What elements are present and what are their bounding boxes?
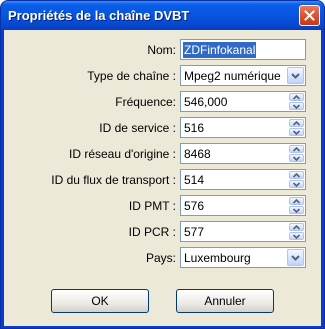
- pays-value: Luxembourg: [184, 251, 251, 265]
- row-service-id: ID de service : 516: [4, 117, 321, 139]
- spin-down-button[interactable]: [289, 128, 304, 136]
- spin-up-button[interactable]: [289, 93, 304, 101]
- pays-dropdown-button[interactable]: [287, 249, 304, 266]
- pcr-id-input[interactable]: 577: [180, 221, 306, 242]
- row-pcr-id: ID PCR : 577: [4, 221, 321, 243]
- row-type: Type de chaîne : Mpeg2 numérique: [4, 65, 321, 87]
- type-dropdown-button[interactable]: [287, 67, 304, 84]
- label-network-id: ID réseau d'origine :: [68, 147, 176, 161]
- title-bar[interactable]: Propriétés de la chaîne DVBT: [1, 1, 324, 30]
- label-service-id: ID de service :: [99, 121, 176, 135]
- pmt-id-spinner[interactable]: [289, 197, 304, 214]
- ok-button[interactable]: OK: [51, 289, 149, 313]
- pmt-id-value: 576: [184, 199, 205, 213]
- spin-down-arrow-icon: [293, 208, 300, 213]
- spin-up-button[interactable]: [289, 119, 304, 127]
- spin-up-arrow-icon: [293, 147, 300, 152]
- spin-down-arrow-icon: [293, 156, 300, 161]
- service-id-spinner[interactable]: [289, 119, 304, 136]
- spin-down-button[interactable]: [289, 102, 304, 110]
- row-frequence: Fréquence: 546,000: [4, 91, 321, 113]
- label-pmt-id: ID PMT :: [128, 199, 176, 213]
- service-id-input[interactable]: 516: [180, 117, 306, 138]
- spin-down-button[interactable]: [289, 232, 304, 240]
- spin-up-arrow-icon: [293, 173, 300, 178]
- spin-down-button[interactable]: [289, 180, 304, 188]
- spin-up-arrow-icon: [293, 95, 300, 100]
- pays-select[interactable]: Luxembourg: [180, 247, 306, 268]
- spin-up-arrow-icon: [293, 199, 300, 204]
- frequence-value: 546,000: [184, 95, 228, 109]
- label-type: Type de chaîne :: [87, 69, 176, 83]
- spin-down-arrow-icon: [293, 234, 300, 239]
- spin-down-arrow-icon: [293, 104, 300, 109]
- ts-id-input[interactable]: 514: [180, 169, 306, 190]
- network-id-spinner[interactable]: [289, 145, 304, 162]
- frequence-spinner[interactable]: [289, 93, 304, 110]
- pmt-id-input[interactable]: 576: [180, 195, 306, 216]
- window-title: Propriétés de la chaîne DVBT: [8, 8, 190, 23]
- row-nom: Nom: ZDFinfokanal: [4, 39, 321, 61]
- frequence-input[interactable]: 546,000: [180, 91, 306, 112]
- nom-value: ZDFinfokanal: [183, 42, 257, 58]
- row-pmt-id: ID PMT : 576: [4, 195, 321, 217]
- type-value: Mpeg2 numérique: [184, 69, 281, 83]
- ts-id-value: 514: [184, 173, 205, 187]
- row-network-id: ID réseau d'origine : 8468: [4, 143, 321, 165]
- type-select[interactable]: Mpeg2 numérique: [180, 65, 306, 86]
- dialog-window: Propriétés de la chaîne DVBT Nom: ZDFinf…: [0, 0, 325, 329]
- network-id-value: 8468: [184, 147, 211, 161]
- network-id-input[interactable]: 8468: [180, 143, 306, 164]
- label-frequence: Fréquence:: [115, 95, 176, 109]
- spin-down-button[interactable]: [289, 154, 304, 162]
- chevron-down-icon: [291, 255, 300, 261]
- dialog-content: Nom: ZDFinfokanal Type de chaîne : Mpeg2…: [4, 30, 321, 326]
- spin-up-button[interactable]: [289, 197, 304, 205]
- spin-down-button[interactable]: [289, 206, 304, 214]
- label-ts-id: ID du flux de transport :: [51, 173, 176, 187]
- row-pays: Pays: Luxembourg: [4, 247, 321, 269]
- label-nom: Nom:: [147, 43, 176, 57]
- row-ts-id: ID du flux de transport : 514: [4, 169, 321, 191]
- spin-down-arrow-icon: [293, 182, 300, 187]
- spin-down-arrow-icon: [293, 130, 300, 135]
- spin-up-arrow-icon: [293, 121, 300, 126]
- nom-input[interactable]: ZDFinfokanal: [180, 39, 306, 60]
- ts-id-spinner[interactable]: [289, 171, 304, 188]
- cancel-button[interactable]: Annuler: [176, 289, 274, 313]
- pcr-id-value: 577: [184, 225, 205, 239]
- label-pcr-id: ID PCR :: [128, 225, 176, 239]
- close-button[interactable]: [299, 5, 320, 26]
- spin-up-button[interactable]: [289, 171, 304, 179]
- label-pays: Pays:: [145, 251, 176, 265]
- close-icon: [304, 10, 315, 21]
- service-id-value: 516: [184, 121, 205, 135]
- spin-up-arrow-icon: [293, 225, 300, 230]
- spin-up-button[interactable]: [289, 145, 304, 153]
- chevron-down-icon: [291, 73, 300, 79]
- pcr-id-spinner[interactable]: [289, 223, 304, 240]
- spin-up-button[interactable]: [289, 223, 304, 231]
